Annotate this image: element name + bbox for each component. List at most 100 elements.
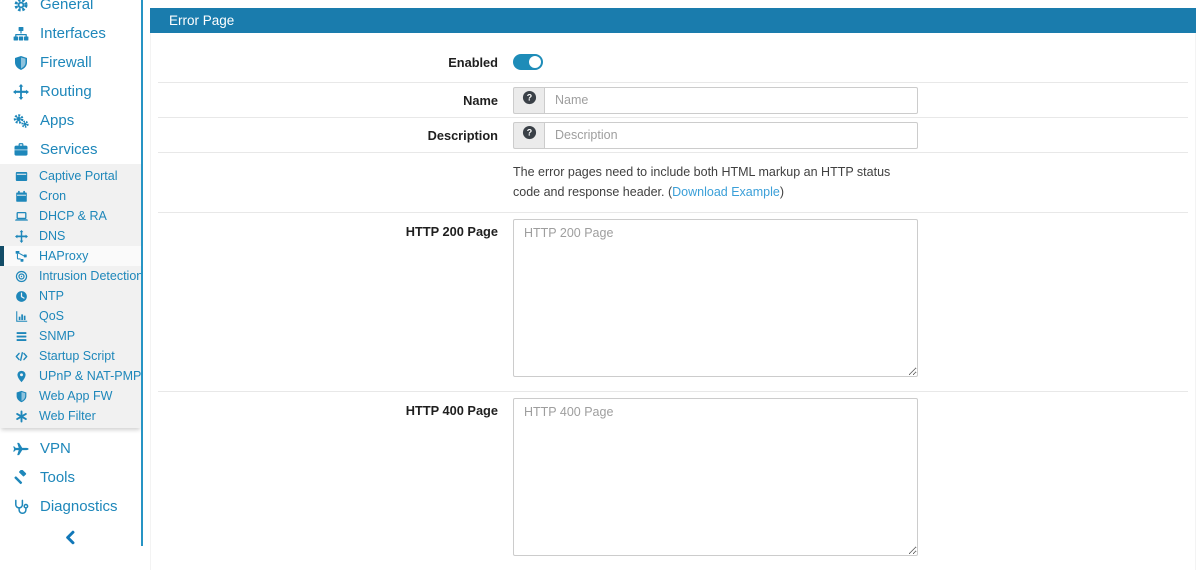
sidebar-item-diagnostics[interactable]: Diagnostics	[0, 492, 141, 521]
sidebar-item-firewall[interactable]: Firewall	[0, 48, 141, 77]
question-circle-icon: ?	[522, 90, 537, 110]
sidebar-item-label: Services	[40, 141, 98, 158]
sidebar-item-general[interactable]: General	[0, 0, 141, 19]
enabled-toggle[interactable]	[513, 54, 543, 70]
sidebar-item-label: Tools	[40, 469, 76, 486]
chevron-left-icon	[63, 530, 78, 546]
stethoscope-icon	[11, 499, 31, 515]
asterisk-icon	[14, 410, 29, 423]
sidebar-item-label: Intrusion Detection	[39, 269, 143, 283]
question-circle-icon: ?	[522, 125, 537, 145]
bullseye-icon	[14, 270, 29, 283]
sidebar-item-label: Routing	[40, 83, 92, 100]
arrows-move-icon	[14, 229, 29, 243]
sidebar-item-label: Apps	[40, 112, 75, 129]
sidebar-item-label: Firewall	[40, 54, 92, 71]
sidebar-item-label: VPN	[40, 440, 71, 457]
form-row-http-200: HTTP 200 Page	[158, 213, 1188, 392]
list-icon	[14, 330, 29, 343]
cogs-icon	[11, 113, 31, 129]
sidebar-item-haproxy[interactable]: HAProxy	[0, 246, 141, 266]
sidebar-item-label: Startup Script	[39, 349, 115, 363]
toggle-knob	[529, 56, 541, 68]
window-icon	[14, 170, 29, 183]
sidebar-item-intrusion-detection[interactable]: Intrusion Detection	[0, 266, 141, 286]
shield-icon	[14, 390, 29, 403]
sidebar-item-label: HAProxy	[39, 249, 89, 263]
arrows-move-icon	[11, 83, 31, 100]
plane-icon	[11, 441, 31, 457]
shield-icon	[11, 55, 31, 71]
form-row-http-400: HTTP 400 Page	[158, 392, 1188, 570]
gavel-icon	[11, 469, 31, 486]
sidebar-item-dns[interactable]: DNS	[0, 226, 141, 246]
sidebar-collapse-button[interactable]	[0, 530, 141, 546]
sidebar-item-label: Web Filter	[39, 409, 96, 423]
sidebar-item-cron[interactable]: Cron	[0, 186, 141, 206]
name-label: Name	[463, 92, 498, 108]
sidebar-item-routing[interactable]: Routing	[0, 77, 141, 106]
sidebar-item-label: Interfaces	[40, 25, 106, 42]
sidebar-item-tools[interactable]: Tools	[0, 463, 141, 492]
description-label: Description	[427, 127, 498, 143]
sidebar-item-label: General	[40, 0, 94, 13]
sidebar-item-label: DNS	[39, 229, 66, 243]
sidebar-item-ntp[interactable]: NTP	[0, 286, 141, 306]
name-input[interactable]	[544, 86, 918, 114]
sidebar-nav: General Interfaces Firewall Routing Apps	[0, 0, 141, 546]
form-row-name: Name ?	[158, 83, 1188, 118]
http-200-label: HTTP 200 Page	[405, 224, 498, 239]
branch-icon	[14, 250, 29, 263]
briefcase-icon	[11, 142, 31, 158]
laptop-icon	[14, 210, 29, 223]
main-content: Error Page Enabled Name ? Name Descripti…	[143, 0, 1200, 570]
sidebar-item-label: QoS	[39, 309, 65, 323]
name-help-addon[interactable]: ?	[513, 86, 544, 114]
http-400-textarea[interactable]	[513, 398, 918, 556]
gear-icon	[11, 0, 31, 13]
sidebar-item-label: Web App FW	[39, 389, 113, 403]
bar-chart-icon	[14, 310, 29, 323]
calendar-icon	[14, 190, 29, 203]
sidebar-item-label: UPnP & NAT-PMP	[39, 369, 142, 383]
clock-icon	[14, 290, 29, 303]
sidebar-item-label: Diagnostics	[40, 498, 118, 515]
sidebar: General Interfaces Firewall Routing Apps	[0, 0, 143, 546]
description-help-addon[interactable]: ?	[513, 121, 544, 149]
sidebar-item-qos[interactable]: QoS	[0, 306, 141, 326]
sidebar-item-upnp-nat-pmp[interactable]: UPnP & NAT-PMP	[0, 366, 141, 386]
download-example-link[interactable]: Download Example	[672, 185, 780, 199]
description-input[interactable]	[544, 121, 918, 149]
sidebar-item-dhcp-ra[interactable]: DHCP & RA	[0, 206, 141, 226]
http-200-textarea[interactable]	[513, 219, 918, 377]
sidebar-item-label: DHCP & RA	[39, 209, 107, 223]
form-row-help-text: The error pages need to include both HTM…	[158, 153, 1188, 213]
error-pages-help-text: The error pages need to include both HTM…	[513, 165, 891, 199]
sidebar-item-snmp[interactable]: SNMP	[0, 326, 141, 346]
sidebar-item-label: NTP	[39, 289, 64, 303]
svg-text:?: ?	[526, 128, 531, 138]
http-400-label: HTTP 400 Page	[405, 403, 498, 418]
sidebar-item-apps[interactable]: Apps	[0, 106, 141, 135]
sidebar-bottom-group: VPN Tools Diagnostics	[0, 434, 141, 546]
sitemap-icon	[11, 26, 31, 42]
panel-title: Error Page	[150, 8, 1196, 33]
sidebar-item-services[interactable]: Services	[0, 135, 141, 164]
sidebar-item-label: Captive Portal	[39, 169, 118, 183]
sidebar-item-label: Cron	[39, 189, 67, 203]
sidebar-item-interfaces[interactable]: Interfaces	[0, 19, 141, 48]
error-page-panel: Error Page Enabled Name ? Name Descripti…	[150, 8, 1196, 570]
code-icon	[14, 350, 29, 363]
sidebar-item-vpn[interactable]: VPN	[0, 434, 141, 463]
form-row-description: Description ?	[158, 118, 1188, 153]
enabled-label: Enabled	[448, 54, 498, 70]
services-submenu: Captive Portal Cron DHCP & RA DNS HAProx…	[0, 164, 141, 428]
map-marker-icon	[14, 370, 29, 383]
sidebar-item-label: SNMP	[39, 329, 76, 343]
sidebar-item-captive-portal[interactable]: Captive Portal	[0, 166, 141, 186]
sidebar-item-web-filter[interactable]: Web Filter	[0, 406, 141, 426]
sidebar-item-startup-script[interactable]: Startup Script	[0, 346, 141, 366]
svg-text:?: ?	[526, 93, 531, 103]
error-page-form: Enabled Name ? Name Description ? Descri…	[150, 33, 1196, 570]
sidebar-item-web-app-fw[interactable]: Web App FW	[0, 386, 141, 406]
